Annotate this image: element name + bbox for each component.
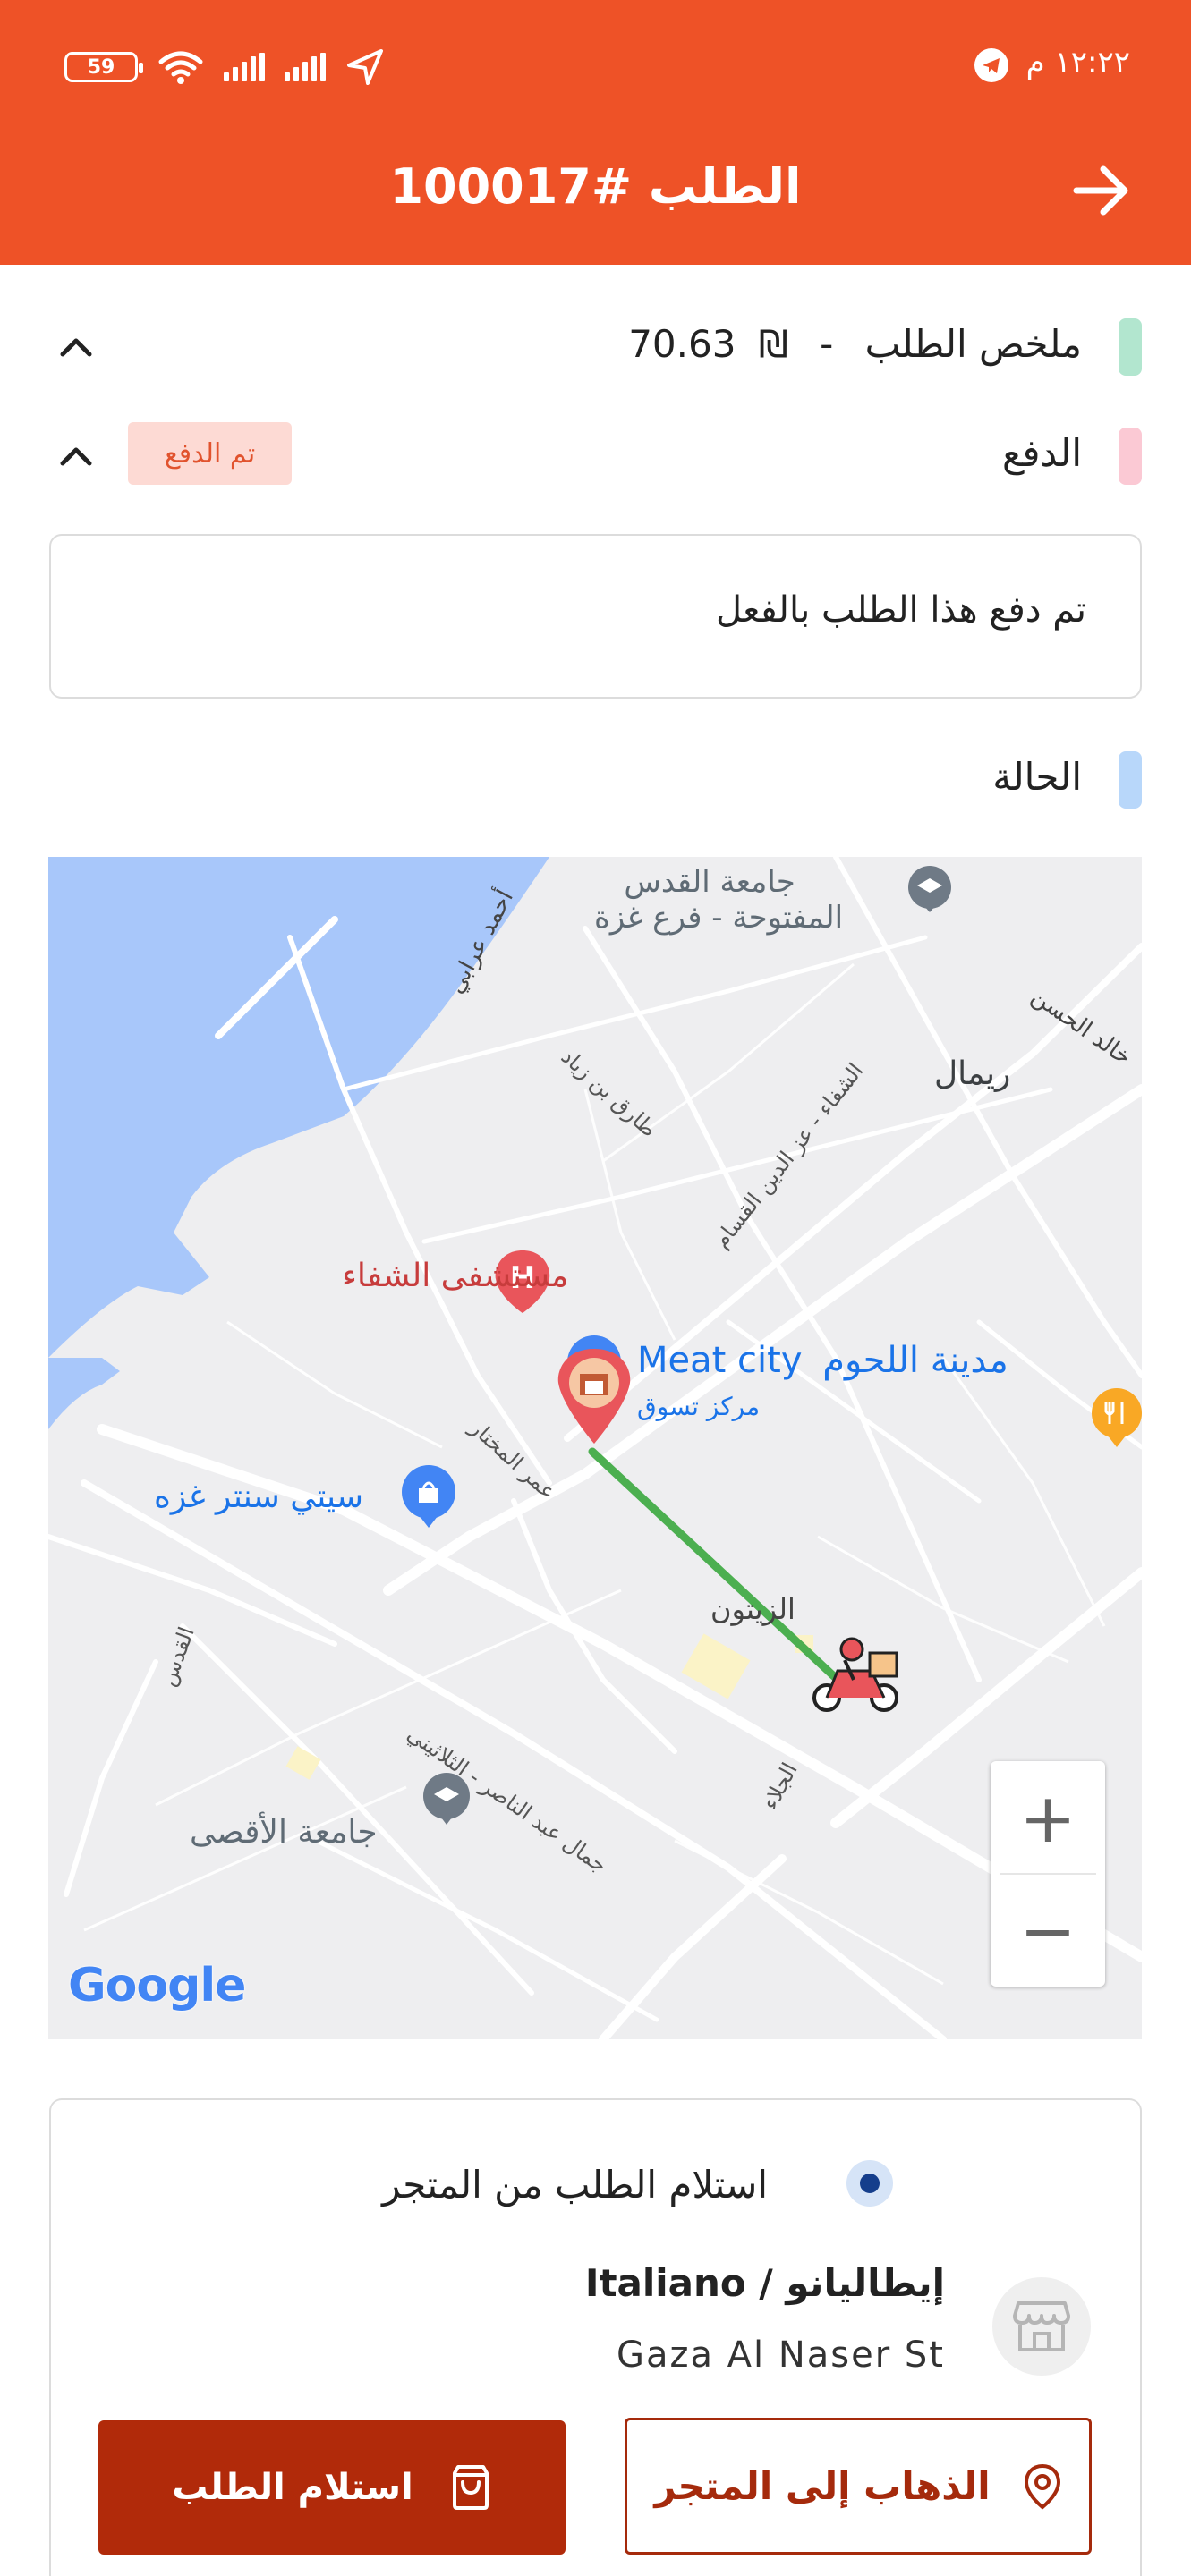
zoom-controls: + − (991, 1761, 1105, 1987)
summary-amount: 70.63 (628, 322, 736, 366)
battery-icon: 59 (64, 52, 143, 82)
map-label-aqsa: جامعة الأقصى (190, 1814, 378, 1851)
summary-title: ملخص الطلب (864, 322, 1082, 366)
shopping-bag-icon (452, 2465, 489, 2510)
order-summary-label: ملخص الطلب - ₪ 70.63 (628, 322, 1082, 366)
summary-marker (1119, 318, 1142, 376)
summary-separator: - (820, 322, 834, 366)
chevron-up-icon[interactable] (55, 327, 97, 369)
map-label-mall: مركز تسوق (637, 1392, 761, 1421)
map-label-zaitoun: الزيتون (710, 1592, 795, 1626)
map-label-meat: Meat city مدينة اللحوم (637, 1340, 1008, 1381)
map-label-quds-univ-1: جامعة القدس (624, 864, 795, 900)
store-address: Gaza Al Naser St (616, 2334, 945, 2376)
map-label-shifa-hospital: مستشفى الشفاء (342, 1258, 569, 1294)
wifi-icon (158, 51, 203, 84)
signal-icon-2 (285, 53, 326, 81)
status-marker (1119, 751, 1142, 809)
store-icon (1013, 2301, 1070, 2351)
telegram-icon (974, 48, 1008, 82)
payment-label: الدفع (1002, 431, 1082, 475)
zoom-in-button[interactable]: + (991, 1761, 1105, 1874)
shopping-pin (402, 1465, 455, 1528)
store-avatar (992, 2277, 1091, 2376)
status-bar: 59 ١٢:٢٢ م (0, 36, 1191, 98)
map-label-quds-univ: جامعة القدس المفتوحة - فرع غزة (594, 864, 843, 936)
university-pin-1 (908, 866, 951, 912)
zoom-out-button[interactable]: − (991, 1874, 1105, 1987)
signal-icon-1 (224, 53, 265, 81)
go-to-store-button[interactable]: الذهاب إلى المتجر (625, 2418, 1092, 2555)
paid-badge: تم الدفع (128, 422, 292, 485)
title-bar: الطلب #100017 (0, 148, 1191, 237)
status-time: ١٢:٢٢ م (1025, 45, 1130, 80)
sea-area-2 (48, 1358, 120, 1429)
map-label-city-center: سيتي سنتر غزه (154, 1479, 364, 1515)
location-pin-icon (1024, 2463, 1060, 2510)
status-label: الحالة (992, 755, 1082, 799)
store-location-pin (557, 1349, 631, 1444)
map-label-rimal: ريمال (934, 1055, 1011, 1092)
receive-order-label: استلام الطلب (172, 2467, 413, 2508)
google-logo: Google (68, 1959, 246, 2012)
chevron-up-icon[interactable] (55, 436, 97, 478)
order-summary-row[interactable]: ملخص الطلب - ₪ 70.63 (0, 315, 1191, 386)
go-to-store-label: الذهاب إلى المتجر (654, 2464, 991, 2508)
pickup-radio-button[interactable] (846, 2160, 893, 2207)
payment-info-card: تم دفع هذا الطلب بالفعل (49, 534, 1142, 699)
map-view[interactable]: H جامعة القدس المفتوحة - فرع غزة ريمال خ… (48, 857, 1142, 2039)
page-title: الطلب #100017 (389, 158, 802, 215)
map-label-meat-en: Meat city (637, 1340, 803, 1381)
status-icons: 59 (64, 45, 385, 89)
store-name: إيطاليانو / Italiano (584, 2261, 945, 2305)
map-label-meat-ar: مدينة اللحوم (822, 1340, 1008, 1381)
summary-currency: ₪ (758, 322, 788, 366)
map-label-quds-univ-2: المفتوحة - فرع غزة (594, 900, 844, 936)
battery-level: 59 (87, 55, 115, 79)
pickup-option-label[interactable]: استلام الطلب من المتجر (382, 2163, 768, 2207)
receive-order-button[interactable]: استلام الطلب (98, 2420, 566, 2555)
status-row: الحالة (0, 748, 1191, 819)
back-arrow-icon[interactable] (1066, 155, 1137, 226)
app-header: 59 ١٢:٢٢ م الطلب #100017 (0, 0, 1191, 265)
payment-marker (1119, 428, 1142, 485)
restaurant-pin (1092, 1388, 1142, 1447)
payment-message: تم دفع هذا الطلب بالفعل (715, 589, 1086, 631)
location-arrow-icon (347, 49, 383, 85)
